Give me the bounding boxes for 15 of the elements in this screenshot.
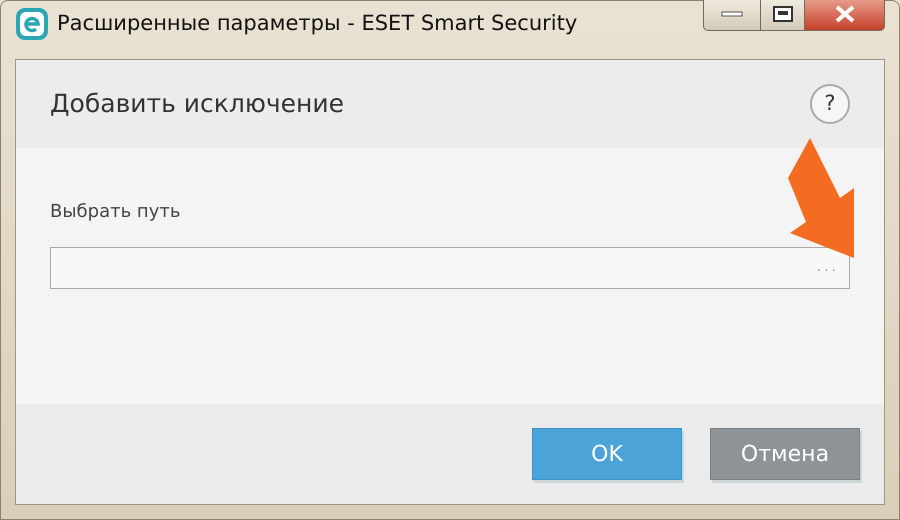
app-logo-icon [15, 7, 49, 41]
close-button[interactable] [805, 0, 885, 31]
path-field[interactable]: ... [50, 246, 850, 289]
help-button[interactable]: ? [810, 84, 850, 124]
window-title: Расширенные параметры - ESET Smart Security [57, 10, 578, 38]
minimize-button[interactable] [703, 0, 761, 31]
cancel-button[interactable]: Отмена [710, 428, 860, 480]
minimize-icon [721, 11, 743, 17]
ok-button[interactable]: OK [532, 428, 682, 480]
maximize-icon [772, 6, 792, 22]
maximize-button[interactable] [761, 0, 805, 31]
dialog-heading: Добавить исключение [50, 88, 344, 120]
field-label: Выбрать путь [50, 200, 182, 224]
browse-button[interactable]: ... [814, 257, 841, 278]
close-icon [834, 5, 856, 23]
